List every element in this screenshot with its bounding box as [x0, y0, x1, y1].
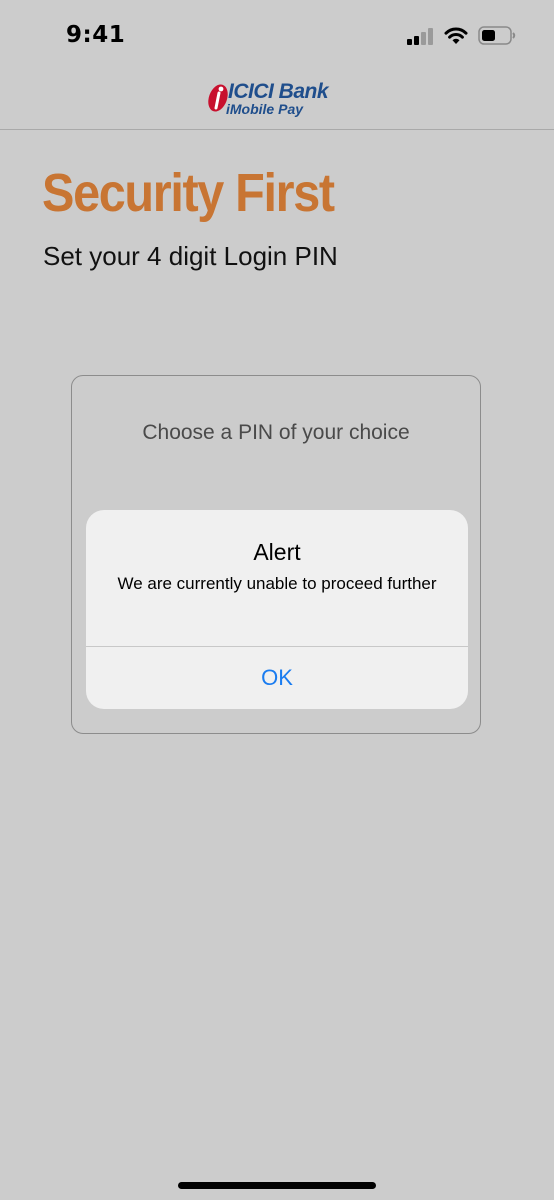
logo-subtitle: iMobile Pay	[226, 101, 304, 117]
status-bar: 9:41	[0, 0, 554, 70]
page-subtitle: Set your 4 digit Login PIN	[43, 241, 338, 271]
home-indicator[interactable]	[178, 1182, 376, 1189]
pin-prompt: Choose a PIN of your choice	[142, 421, 410, 444]
alert-title: Alert	[253, 539, 301, 565]
page-title: Security First	[42, 163, 335, 223]
status-time: 9:41	[66, 22, 126, 48]
alert-message: We are currently unable to proceed furth…	[117, 574, 437, 593]
alert-dialog: Alert We are currently unable to proceed…	[86, 510, 468, 709]
ok-button[interactable]: OK	[86, 647, 468, 709]
wifi-icon	[444, 27, 468, 50]
cellular-signal-icon	[407, 27, 434, 50]
icici-bank-logo: ICICI Bank iMobile Pay	[206, 78, 356, 118]
status-icons	[407, 26, 516, 50]
app-header: ICICI Bank iMobile Pay	[0, 70, 554, 130]
battery-icon	[478, 26, 516, 50]
